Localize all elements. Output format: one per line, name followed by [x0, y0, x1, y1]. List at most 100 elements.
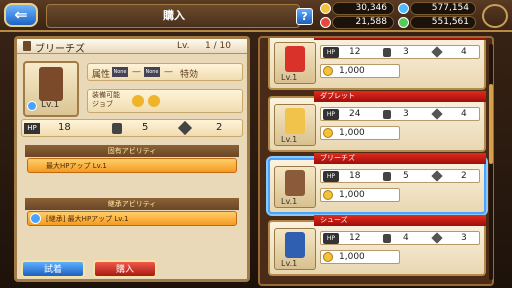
list-item-name: ダブレット [314, 91, 486, 102]
green-gem-icon [398, 17, 409, 28]
list-item-price: 1,000 [339, 190, 365, 200]
list-item-price: 1,000 [339, 252, 365, 262]
equip-job-row: 装備可能 ジョブ [87, 89, 243, 113]
list-item-stats: HP 18 5 2 [320, 169, 480, 183]
hp-badge: HP [323, 171, 339, 182]
equipment-icon [285, 46, 305, 72]
breeches-icon [39, 67, 63, 101]
list-item-icon-frame: Lv.1 [274, 104, 316, 146]
resistance-icon [431, 46, 443, 58]
list-item-price: 1,000 [339, 66, 365, 76]
buy-button[interactable]: 購入 [93, 260, 157, 278]
list-item[interactable]: シューズ Lv.1 HP 12 4 3 1,000 [268, 215, 486, 276]
gold-coin-icon [320, 3, 331, 14]
hp-label: HP [24, 123, 40, 134]
title-bar: 購入 [46, 4, 300, 28]
resistance-icon [431, 108, 443, 120]
list-item[interactable]: ブリーチズ Lv.1 HP 18 5 2 1,000 [268, 153, 486, 214]
list-item-price: 1,000 [339, 128, 365, 138]
ornament-icon [482, 4, 508, 28]
defense-icon [112, 123, 122, 134]
attribute2-badge: None [144, 67, 160, 77]
hp-value: 18 [58, 122, 71, 133]
list-item-name: シューズ [314, 215, 486, 226]
resistance-icon [177, 120, 193, 136]
star-icon [27, 101, 37, 111]
attribute1-dash: — [132, 67, 141, 77]
help-button[interactable]: ? [296, 8, 313, 25]
attribute-label: 属性 [92, 70, 111, 80]
pants-icon [23, 41, 31, 51]
item-detail-panel: ブリーチズ Lv. 1 / 10 Lv.1 属性 None — None — 特… [14, 36, 250, 282]
gold-coin-icon [323, 190, 333, 200]
gold-amount: 30,346 [332, 2, 394, 15]
star-icon [30, 213, 41, 224]
job-icon-2 [148, 95, 160, 107]
defense-icon [383, 234, 391, 243]
stats-row: HP 18 5 2 [21, 119, 243, 137]
list-item-res: 3 [461, 233, 467, 243]
crystal-icon [398, 3, 409, 14]
resistance-icon [431, 170, 443, 182]
list-item-hp: 24 [349, 109, 361, 119]
list-item-hp: 12 [349, 47, 361, 57]
item-icon-level: Lv.1 [41, 100, 60, 110]
list-item-icon-frame: Lv.1 [274, 228, 316, 270]
item-icon-frame: Lv.1 [23, 61, 79, 117]
list-item-price-row: 1,000 [320, 250, 400, 264]
gold-coin-icon [323, 252, 333, 262]
scrollbar[interactable] [489, 44, 493, 280]
list-item-price-row: 1,000 [320, 126, 400, 140]
inherit-ability-bar[interactable]: [継承] 最大HPアップ Lv.1 [27, 211, 237, 226]
list-item-res: 2 [461, 171, 467, 181]
list-item[interactable]: Lv.1 HP 12 3 4 1,000 [268, 38, 486, 90]
list-item-def: 5 [403, 171, 409, 181]
back-button[interactable]: ⇐ [4, 3, 38, 27]
item-name: ブリーチズ [35, 44, 85, 55]
list-item-icon-frame: Lv.1 [274, 42, 316, 84]
list-item-level: Lv.1 [281, 197, 298, 206]
defense-icon [383, 172, 391, 181]
list-item-name: ブリーチズ [314, 153, 486, 164]
inherit-ability-text: [継承] 最大HPアップ Lv.1 [46, 215, 129, 223]
unique-ability-text: 最大HPアップ Lv.1 [46, 162, 107, 170]
equipment-icon [285, 232, 305, 258]
hp-badge: HP [323, 109, 339, 120]
special-label: 特効 [180, 70, 199, 80]
attribute2-dash: — [164, 67, 173, 77]
try-on-button[interactable]: 試着 [21, 260, 85, 278]
list-item-hp: 12 [349, 233, 361, 243]
defense-icon [383, 110, 391, 119]
list-item-price-row: 1,000 [320, 64, 400, 78]
list-item-name [314, 38, 486, 40]
attribute-row: 属性 None — None — 特効 [87, 63, 243, 81]
item-list[interactable]: Lv.1 HP 12 3 4 1,000 ダブレット Lv.1 HP 24 3 4 1,000 ブリーチズ… [258, 36, 494, 286]
scrollbar-thumb[interactable] [489, 84, 493, 164]
gold-coin-icon [323, 128, 333, 138]
resistance-icon [431, 232, 443, 244]
list-item-stats: HP 24 3 4 [320, 107, 480, 121]
list-item[interactable]: ダブレット Lv.1 HP 24 3 4 1,000 [268, 91, 486, 152]
list-item-icon-frame: Lv.1 [274, 166, 316, 208]
attribute1-badge: None [112, 67, 128, 77]
level-label: Lv. [177, 41, 190, 51]
unique-ability-bar[interactable]: 最大HPアップ Lv.1 [27, 158, 237, 173]
green-amount: 551,561 [410, 16, 476, 29]
job-icon-1 [132, 95, 144, 107]
unique-ability-title: 固有アビリティ [25, 145, 239, 157]
equipment-icon [285, 170, 305, 196]
list-item-price-row: 1,000 [320, 188, 400, 202]
equipment-icon [285, 108, 305, 134]
list-item-level: Lv.1 [281, 259, 298, 268]
item-name-bar: ブリーチズ Lv. 1 / 10 [17, 39, 247, 55]
level-value: 1 / 10 [205, 41, 231, 51]
top-bar: ⇐ 購入 ? 30,346 577,154 21,588 551,561 [0, 0, 512, 32]
inherit-ability-title: 継承アビリティ [25, 198, 239, 210]
list-item-stats: HP 12 4 3 [320, 231, 480, 245]
list-item-hp: 18 [349, 171, 361, 181]
defense-icon [383, 48, 391, 57]
list-item-res: 4 [461, 47, 467, 57]
list-item-stats: HP 12 3 4 [320, 45, 480, 59]
list-item-level: Lv.1 [281, 73, 298, 82]
list-item-level: Lv.1 [281, 135, 298, 144]
